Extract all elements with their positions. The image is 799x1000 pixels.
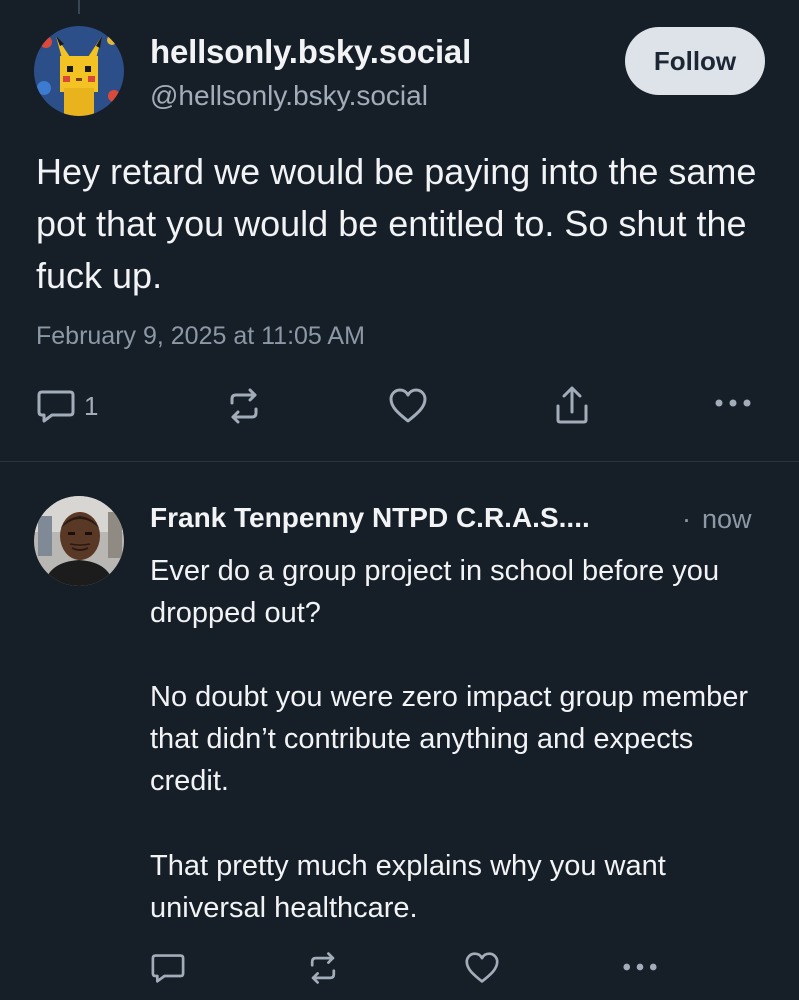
more-icon <box>623 963 657 971</box>
reply-separator: · <box>682 504 691 534</box>
person-avatar-icon <box>34 496 124 586</box>
share-icon <box>556 386 588 424</box>
repost-icon <box>310 952 336 984</box>
more-icon <box>715 399 751 407</box>
follow-button[interactable]: Follow <box>625 27 765 95</box>
heart-icon <box>389 388 427 423</box>
reply-more-options-button[interactable] <box>622 961 658 973</box>
reply-icon <box>151 954 185 983</box>
more-options-button[interactable] <box>714 397 752 409</box>
pikachu-avatar-icon <box>34 26 124 116</box>
repost-icon <box>230 388 258 424</box>
like-button[interactable] <box>388 387 428 425</box>
reply-time: now <box>702 504 752 534</box>
heart-icon <box>465 952 499 983</box>
reply-like-button[interactable] <box>464 951 500 985</box>
reply-icon <box>37 390 75 423</box>
reply-button[interactable]: 1 <box>36 388 98 424</box>
author-avatar[interactable] <box>34 26 124 116</box>
reply-paragraph: Ever do a group project in school before… <box>150 555 720 629</box>
post-timestamp: February 9, 2025 at 11:05 AM <box>36 322 365 350</box>
author-display-name[interactable]: hellsonly.bsky.social <box>150 33 471 71</box>
reply-author-avatar[interactable] <box>34 496 124 586</box>
post-text: Hey retard we would be paying into the s… <box>36 151 757 296</box>
reply-paragraph: That pretty much explains why you want u… <box>150 850 666 924</box>
reply-reply-button[interactable] <box>150 952 186 984</box>
author-handle[interactable]: @hellsonly.bsky.social <box>150 80 428 112</box>
reply-author-name[interactable]: Frank Tenpenny NTPD C.R.A.S.... <box>150 502 590 534</box>
reply-count: 1 <box>84 390 99 421</box>
divider <box>0 461 799 462</box>
thread-line <box>78 0 80 14</box>
reply-repost-button[interactable] <box>305 950 341 986</box>
share-button[interactable] <box>552 384 592 426</box>
repost-button[interactable] <box>224 386 264 426</box>
reply-paragraph: No doubt you were zero impact group memb… <box>150 681 749 797</box>
